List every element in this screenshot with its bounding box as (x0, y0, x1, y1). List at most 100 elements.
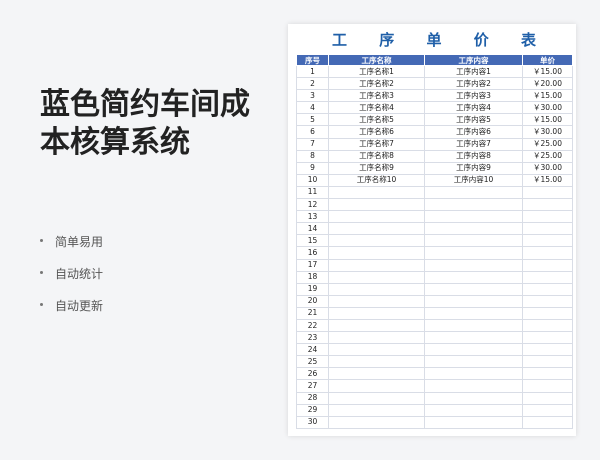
table-cell[interactable]: 24 (296, 343, 329, 357)
table-cell[interactable]: 工序名称6 (328, 125, 425, 139)
table-cell[interactable] (328, 355, 425, 369)
table-cell[interactable] (328, 391, 425, 405)
table-cell[interactable] (424, 234, 523, 248)
table-cell[interactable]: ￥15.00 (522, 113, 573, 127)
table-cell[interactable]: 25 (296, 355, 329, 369)
table-cell[interactable]: 1 (296, 64, 329, 79)
table-cell[interactable] (424, 294, 523, 308)
table-cell[interactable]: 工序名称3 (328, 89, 425, 103)
table-cell[interactable] (328, 185, 425, 200)
table-cell[interactable]: 16 (296, 246, 329, 260)
table-cell[interactable] (522, 355, 573, 369)
table-cell[interactable]: 4 (296, 101, 329, 115)
table-cell[interactable] (522, 391, 573, 405)
table-cell[interactable] (424, 306, 523, 320)
table-cell[interactable] (522, 270, 573, 284)
table-cell[interactable]: 工序名称7 (328, 137, 425, 151)
table-cell[interactable]: 30 (296, 415, 329, 429)
table-cell[interactable] (328, 222, 425, 236)
table-cell[interactable] (328, 331, 425, 345)
table-cell[interactable]: 18 (296, 270, 329, 284)
table-cell[interactable]: ￥30.00 (522, 161, 573, 175)
table-cell[interactable]: 工序名称9 (328, 161, 425, 175)
table-cell[interactable]: 工序名称4 (328, 101, 425, 115)
table-cell[interactable] (522, 415, 573, 429)
table-cell[interactable] (424, 367, 523, 381)
table-cell[interactable]: 17 (296, 258, 329, 272)
table-cell[interactable]: ￥30.00 (522, 101, 573, 115)
table-cell[interactable] (424, 258, 523, 272)
table-cell[interactable] (522, 222, 573, 236)
table-cell[interactable]: 7 (296, 137, 329, 151)
table-cell[interactable] (328, 403, 425, 417)
table-cell[interactable] (424, 282, 523, 296)
table-cell[interactable]: 工序内容7 (424, 137, 523, 151)
table-cell[interactable] (424, 246, 523, 260)
table-cell[interactable]: 工序名称1 (328, 64, 425, 79)
table-cell[interactable]: 3 (296, 89, 329, 103)
table-cell[interactable]: 20 (296, 294, 329, 308)
table-cell[interactable]: 2 (296, 77, 329, 91)
table-cell[interactable]: ￥25.00 (522, 149, 573, 163)
table-cell[interactable] (328, 198, 425, 212)
table-cell[interactable] (328, 415, 425, 429)
table-cell[interactable] (522, 343, 573, 357)
table-cell[interactable] (522, 258, 573, 272)
table-cell[interactable]: 9 (296, 161, 329, 175)
table-cell[interactable] (328, 367, 425, 381)
table-cell[interactable] (522, 379, 573, 393)
table-cell[interactable]: 29 (296, 403, 329, 417)
table-cell[interactable]: ￥30.00 (522, 125, 573, 139)
table-cell[interactable]: 工序名称8 (328, 149, 425, 163)
table-cell[interactable] (424, 355, 523, 369)
table-cell[interactable] (328, 210, 425, 224)
table-cell[interactable]: 28 (296, 391, 329, 405)
table-cell[interactable]: ￥15.00 (522, 89, 573, 103)
table-cell[interactable] (424, 185, 523, 200)
table-cell[interactable] (328, 379, 425, 393)
table-cell[interactable] (522, 210, 573, 224)
table-cell[interactable]: 工序内容4 (424, 101, 523, 115)
table-cell[interactable]: 13 (296, 210, 329, 224)
table-cell[interactable] (522, 185, 573, 200)
table-cell[interactable]: 12 (296, 198, 329, 212)
table-cell[interactable]: 14 (296, 222, 329, 236)
table-cell[interactable] (424, 403, 523, 417)
table-cell[interactable]: 11 (296, 185, 329, 200)
table-cell[interactable]: 27 (296, 379, 329, 393)
table-cell[interactable]: 工序内容1 (424, 64, 523, 79)
table-cell[interactable] (522, 306, 573, 320)
table-cell[interactable]: 21 (296, 306, 329, 320)
table-cell[interactable] (328, 343, 425, 357)
table-cell[interactable]: 工序内容6 (424, 125, 523, 139)
table-cell[interactable] (328, 270, 425, 284)
table-cell[interactable] (522, 234, 573, 248)
table-cell[interactable] (424, 222, 523, 236)
table-cell[interactable] (522, 246, 573, 260)
table-cell[interactable]: 8 (296, 149, 329, 163)
table-cell[interactable] (424, 331, 523, 345)
table-cell[interactable]: 10 (296, 173, 329, 187)
table-cell[interactable]: 工序内容5 (424, 113, 523, 127)
table-cell[interactable]: 26 (296, 367, 329, 381)
table-cell[interactable] (424, 343, 523, 357)
table-cell[interactable]: ￥20.00 (522, 77, 573, 91)
table-cell[interactable]: 22 (296, 318, 329, 333)
table-cell[interactable]: 23 (296, 331, 329, 345)
table-cell[interactable] (424, 198, 523, 212)
table-cell[interactable]: 工序内容10 (424, 173, 523, 187)
table-cell[interactable]: 19 (296, 282, 329, 296)
table-cell[interactable]: ￥15.00 (522, 173, 573, 187)
table-cell[interactable] (328, 294, 425, 308)
table-cell[interactable] (424, 379, 523, 393)
table-cell[interactable] (522, 294, 573, 308)
table-cell[interactable] (522, 282, 573, 296)
table-cell[interactable] (328, 234, 425, 248)
table-cell[interactable] (328, 258, 425, 272)
table-cell[interactable]: 6 (296, 125, 329, 139)
table-cell[interactable] (424, 415, 523, 429)
table-cell[interactable] (328, 306, 425, 320)
table-cell[interactable] (328, 318, 425, 333)
table-cell[interactable]: 工序内容9 (424, 161, 523, 175)
table-cell[interactable] (328, 282, 425, 296)
